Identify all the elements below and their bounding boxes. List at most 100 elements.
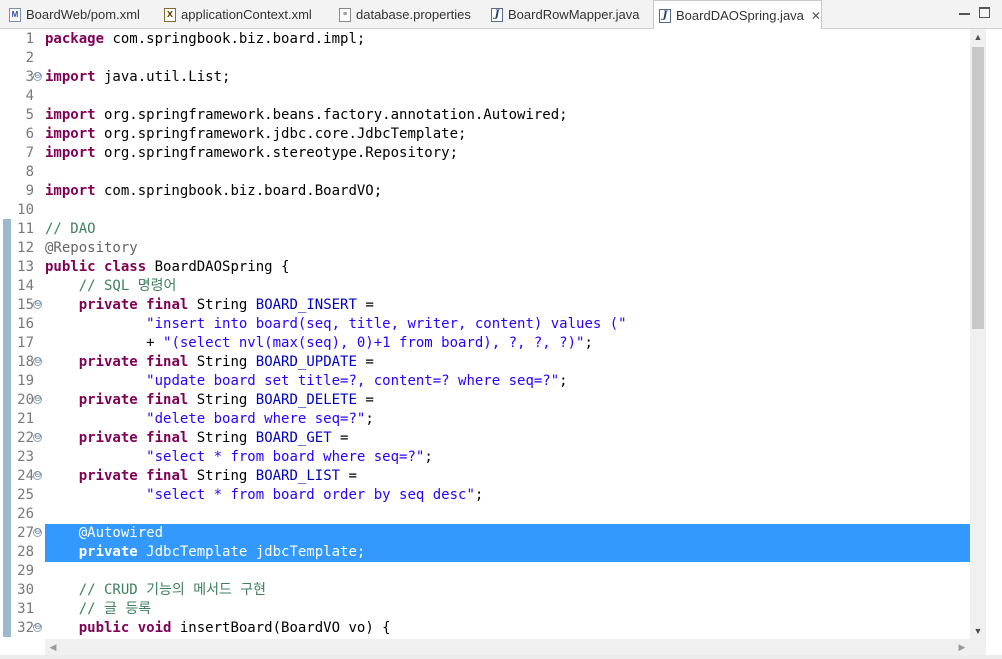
java-file-icon: J [659,8,671,23]
code-line[interactable]: 26 [0,505,970,524]
code-line[interactable]: 7 import org.springframework.stereotype.R… [0,144,970,163]
keyword: private [78,392,138,408]
keyword: import [45,107,96,123]
line-number: 30 [17,582,34,598]
code-editor[interactable]: 1 package com.springbook.biz.board.impl; 2… [0,29,986,639]
keyword: final [146,297,189,313]
line-number: 6 [25,126,34,142]
code-text: @Repository [45,239,138,258]
field-name: BOARD_UPDATE [255,354,357,370]
annotation: @Repository [45,240,138,256]
code-text: "select * from board where seq=?"; [45,448,433,467]
code-text: private JdbcTemplate jdbcTemplate; [45,543,366,562]
field-name: BOARD_INSERT [255,297,357,313]
tab-application-context-xml[interactable]: X applicationContext.xml [159,1,319,28]
code-line[interactable]: 5 import org.springframework.beans.factor… [0,106,970,125]
code-text: BoardDAOSpring { [146,259,290,275]
code-line[interactable]: 16 "insert into board(seq, title, writer… [0,315,970,334]
code-line[interactable]: 21 "delete board where seq=?"; [0,410,970,429]
code-line[interactable]: 25 "select * from board order by seq des… [0,486,970,505]
tab-board-row-mapper-java[interactable]: J BoardRowMapper.java [486,1,646,28]
maven-pom-file-icon: M [9,7,21,22]
code-line[interactable]: 12 @Repository [0,239,970,258]
code-line[interactable]: 19 "update board set title=?, content=? … [0,372,970,391]
maximize-icon[interactable] [979,7,990,18]
code-line[interactable]: 11 // DAO [0,220,970,239]
code-line[interactable]: 18 ⊖ private final String BOARD_UPDATE = [0,353,970,372]
tab-pom-xml[interactable]: M BoardWeb/pom.xml [4,1,142,28]
tab-label: BoardWeb/pom.xml [26,7,140,22]
vertical-scroll-thumb[interactable] [972,47,984,329]
code-line[interactable]: 9 import com.springbook.biz.board.BoardVO… [0,182,970,201]
code-line[interactable]: 29 [0,562,970,581]
keyword: import [45,145,96,161]
close-tab-icon[interactable]: ✕ [811,9,821,23]
vertical-scrollbar[interactable]: ▲ ▼ [970,29,986,639]
line-number: 23 [17,449,34,465]
fold-collapse-icon[interactable]: ⊖ [33,72,42,81]
code-text: private final String BOARD_GET = [45,429,349,448]
comment: // 글 등록 [78,601,152,617]
tab-board-dao-spring-java[interactable]: J BoardDAOSpring.java ✕ [653,0,822,30]
code-line[interactable]: 17 + "(select nvl(max(seq), 0)+1 from bo… [0,334,970,353]
code-text: ; [474,487,484,503]
fold-collapse-icon[interactable]: ⊖ [33,433,42,442]
minimize-icon[interactable] [959,7,970,15]
code-line[interactable]: 10 [0,201,970,220]
code-text: import org.springframework.beans.factory… [45,106,568,125]
keyword: private [78,544,138,560]
code-line[interactable]: 1 package com.springbook.biz.board.impl; [0,30,970,49]
code-line[interactable]: 6 import org.springframework.jdbc.core.Jd… [0,125,970,144]
code-text: + [45,335,164,351]
keyword: import [45,183,96,199]
line-number: 1 [25,31,34,47]
line-number: 29 [17,563,34,579]
fold-collapse-icon[interactable]: ⊖ [33,471,42,480]
code-line[interactable]: 20 ⊖ private final String BOARD_DELETE = [0,391,970,410]
properties-file-icon: ≡ [339,7,351,22]
horizontal-scrollbar[interactable]: ◀ ▶ [45,639,970,655]
code-line[interactable]: 2 [0,49,970,68]
line-number: 11 [17,221,34,237]
line-number: 17 [17,335,34,351]
code-text: String [188,392,256,408]
code-line[interactable]: 22 ⊖ private final String BOARD_GET = [0,429,970,448]
code-line[interactable]: 3 ⊖ import java.util.List; [0,68,970,87]
code-line[interactable]: 32 ⊖ public void insertBoard(BoardVO vo) … [0,619,970,638]
scroll-left-arrow-icon[interactable]: ◀ [45,639,61,655]
fold-collapse-icon[interactable]: ⊖ [33,300,42,309]
line-number: 13 [17,259,34,275]
scroll-down-arrow-icon[interactable]: ▼ [970,623,986,639]
line-number: 18 [17,354,34,370]
code-line[interactable]: 28 private JdbcTemplate jdbcTemplate; [0,543,970,562]
fold-collapse-icon[interactable]: ⊖ [33,623,42,632]
scroll-right-arrow-icon[interactable]: ▶ [954,639,970,655]
code-line[interactable]: 30 // CRUD 기능의 메서드 구현 [0,581,970,600]
code-line[interactable]: 4 [0,87,970,106]
scroll-up-arrow-icon[interactable]: ▲ [970,29,986,45]
line-number: 24 [17,468,34,484]
field-name: BOARD_GET [255,430,332,446]
code-line[interactable]: 8 [0,163,970,182]
code-line[interactable]: 24 ⊖ private final String BOARD_LIST = [0,467,970,486]
code-line[interactable]: 15 ⊖ private final String BOARD_INSERT = [0,296,970,315]
code-text: public void insertBoard(BoardVO vo) { [45,619,391,638]
line-number: 12 [17,240,34,256]
line-number: 26 [17,506,34,522]
fold-collapse-icon[interactable]: ⊖ [33,395,42,404]
tab-database-properties[interactable]: ≡ database.properties [334,1,474,28]
fold-collapse-icon[interactable]: ⊖ [33,528,42,537]
fold-collapse-icon[interactable]: ⊖ [33,357,42,366]
code-line[interactable]: 13 public class BoardDAOSpring { [0,258,970,277]
code-line[interactable]: 31 // 글 등록 [0,600,970,619]
code-line[interactable]: 14 // SQL 명령어 [0,277,970,296]
code-line[interactable]: 23 "select * from board where seq=?"; [0,448,970,467]
line-number: 22 [17,430,34,446]
comment: // CRUD 기능의 메서드 구현 [78,582,267,598]
comment: // DAO [45,221,96,237]
code-line[interactable]: 27 ⊖ @Autowired [0,524,970,543]
